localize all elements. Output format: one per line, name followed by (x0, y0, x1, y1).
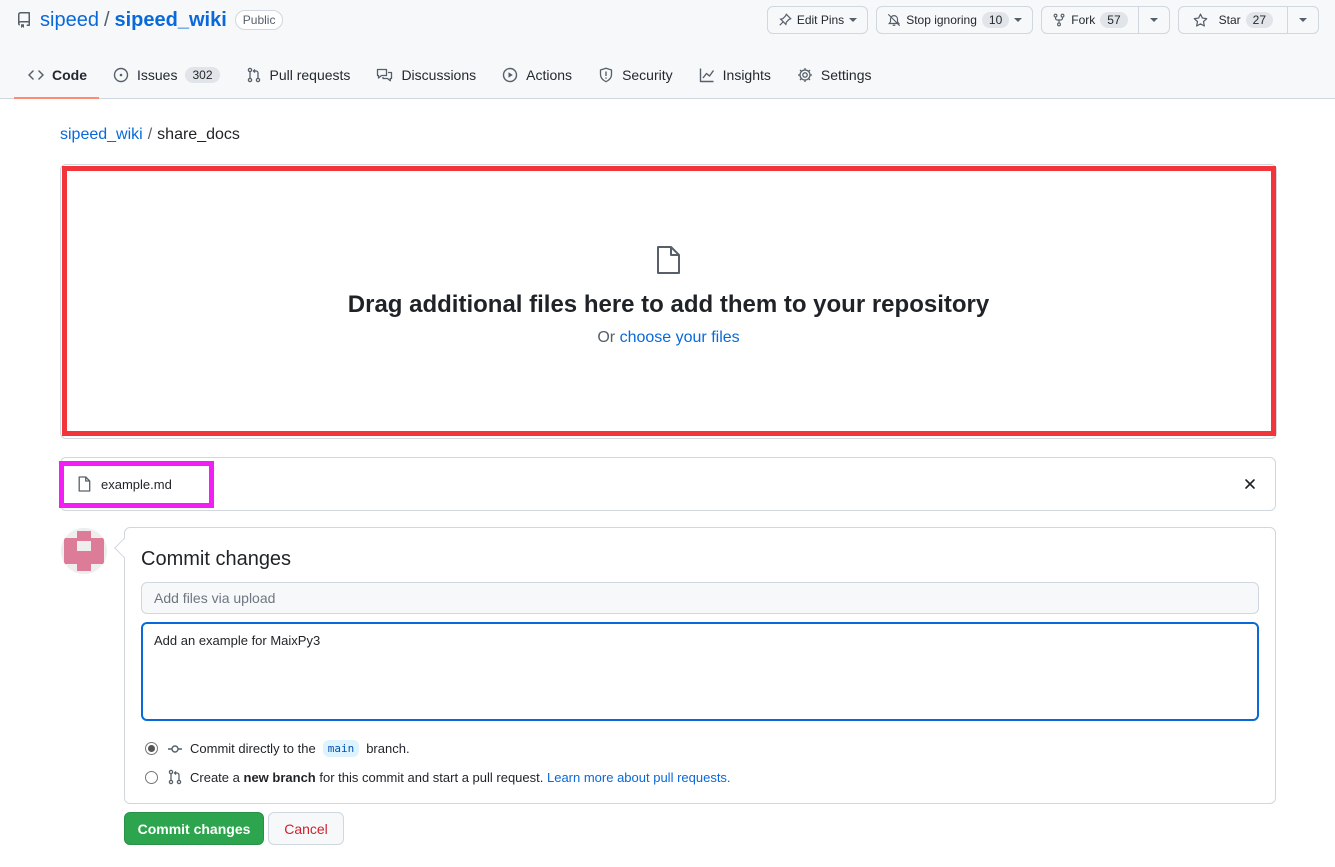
star-counter: 27 (1245, 12, 1273, 28)
stop-ignoring-button[interactable]: Stop ignoring 10 (876, 6, 1034, 34)
remove-file-close-icon[interactable] (1242, 476, 1258, 492)
commit-summary-input[interactable] (141, 582, 1259, 614)
tab-label: Issues (137, 67, 178, 83)
drop-zone-prefix: Or (597, 329, 616, 346)
breadcrumb: sipeed_wiki / share_docs (60, 126, 240, 144)
issues-counter: 302 (185, 67, 220, 83)
shield-icon (598, 67, 614, 83)
choose-files-link[interactable]: choose your files (620, 329, 740, 346)
tab-security[interactable]: Security (586, 56, 685, 94)
repo-header: sipeed / sipeed_wiki Public Edit Pins St… (0, 0, 1335, 99)
file-icon (656, 245, 681, 275)
tab-label: Actions (526, 67, 573, 83)
tab-label: Pull requests (269, 67, 351, 83)
drop-zone-title: Drag additional files here to add them t… (347, 291, 990, 318)
breadcrumb-directory: share_docs (157, 126, 240, 143)
watch-counter: 10 (981, 12, 1010, 28)
repo-owner-link[interactable]: sipeed (40, 9, 99, 32)
tab-label: Settings (820, 67, 872, 83)
commit-new-branch-option[interactable]: Create a new branch for this commit and … (145, 769, 731, 785)
tab-label: Security (622, 67, 673, 83)
repo-icon (16, 12, 32, 28)
cancel-button[interactable]: Cancel (268, 812, 344, 845)
tab-label: Discussions (401, 67, 477, 83)
play-icon (502, 67, 518, 83)
pull-request-icon (167, 769, 183, 785)
chevron-down-icon (1014, 18, 1023, 22)
discussion-icon (376, 67, 393, 83)
new-branch-text: Create a new branch for this commit and … (190, 770, 731, 785)
fork-dropdown-button[interactable] (1137, 7, 1169, 33)
new-branch-radio[interactable] (145, 770, 158, 784)
file-icon (78, 476, 91, 492)
tab-actions[interactable]: Actions (490, 56, 584, 94)
code-icon (28, 67, 44, 83)
branch-name: main (322, 740, 360, 757)
tab-issues[interactable]: Issues 302 (101, 56, 232, 94)
commit-direct-option[interactable]: Commit directly to the main branch. (145, 740, 410, 757)
chevron-down-icon (849, 18, 858, 22)
commit-direct-prefix: Commit directly to the (190, 741, 316, 756)
new-branch-bold: new branch (243, 769, 316, 785)
commit-changes-button[interactable]: Commit changes (124, 812, 264, 845)
issue-icon (113, 67, 129, 83)
visibility-badge: Public (234, 10, 284, 30)
tab-pull-requests[interactable]: Pull requests (234, 56, 363, 94)
uploaded-file-name: example.md (101, 477, 172, 492)
graph-icon (699, 67, 715, 83)
avatar (61, 528, 107, 574)
star-label: Star (1218, 13, 1241, 27)
commit-title: Commit changes (141, 548, 292, 570)
commit-direct-suffix: branch. (366, 741, 410, 756)
stop-ignoring-label: Stop ignoring (906, 13, 977, 27)
tab-discussions[interactable]: Discussions (364, 56, 488, 94)
star-icon (1193, 13, 1208, 28)
chevron-down-icon (1299, 18, 1307, 22)
edit-pins-label: Edit Pins (796, 13, 845, 27)
star-button-group: Star 27 (1177, 6, 1319, 34)
commit-description-textarea[interactable]: Add an example for MaixPy3 (141, 622, 1259, 721)
pin-icon (778, 13, 792, 27)
commit-direct-radio[interactable] (145, 742, 158, 755)
drop-zone-subtitle: Or choose your files (60, 329, 1277, 347)
star-dropdown-button[interactable] (1287, 7, 1318, 33)
fork-label: Fork (1071, 13, 1096, 27)
chevron-down-icon (1149, 18, 1158, 22)
fork-button[interactable]: Fork 57 (1042, 7, 1137, 33)
gear-icon (797, 67, 813, 83)
tab-label: Insights (722, 67, 771, 83)
repo-name-link[interactable]: sipeed_wiki (115, 9, 227, 32)
tab-settings[interactable]: Settings (785, 56, 884, 94)
new-branch-prefix: Create a (190, 769, 240, 785)
tab-insights[interactable]: Insights (687, 56, 783, 94)
tab-label: Code (52, 67, 87, 83)
fork-button-group: Fork 57 (1041, 6, 1170, 34)
repo-title: sipeed / sipeed_wiki Public (16, 6, 284, 34)
bell-slash-icon (887, 13, 901, 27)
pull-request-icon (246, 67, 262, 83)
repo-nav-tabs: Code Issues 302 Pull requests Discussion… (14, 56, 885, 99)
breadcrumb-separator: / (147, 126, 153, 143)
git-commit-icon (167, 741, 183, 757)
learn-more-link[interactable]: Learn more about pull requests. (547, 770, 731, 785)
new-branch-suffix: for this commit and start a pull request… (319, 769, 544, 785)
repo-actions: Edit Pins Stop ignoring 10 Fork 57 Star … (766, 6, 1319, 34)
uploaded-files-list (60, 457, 1276, 511)
breadcrumb-repo-link[interactable]: sipeed_wiki (60, 126, 143, 144)
repo-separator: / (103, 8, 110, 31)
fork-counter: 57 (1100, 12, 1128, 28)
edit-pins-button[interactable]: Edit Pins (766, 6, 869, 34)
star-button[interactable]: Star 27 (1179, 7, 1287, 33)
tab-code[interactable]: Code (14, 56, 99, 99)
fork-icon (1052, 13, 1066, 27)
